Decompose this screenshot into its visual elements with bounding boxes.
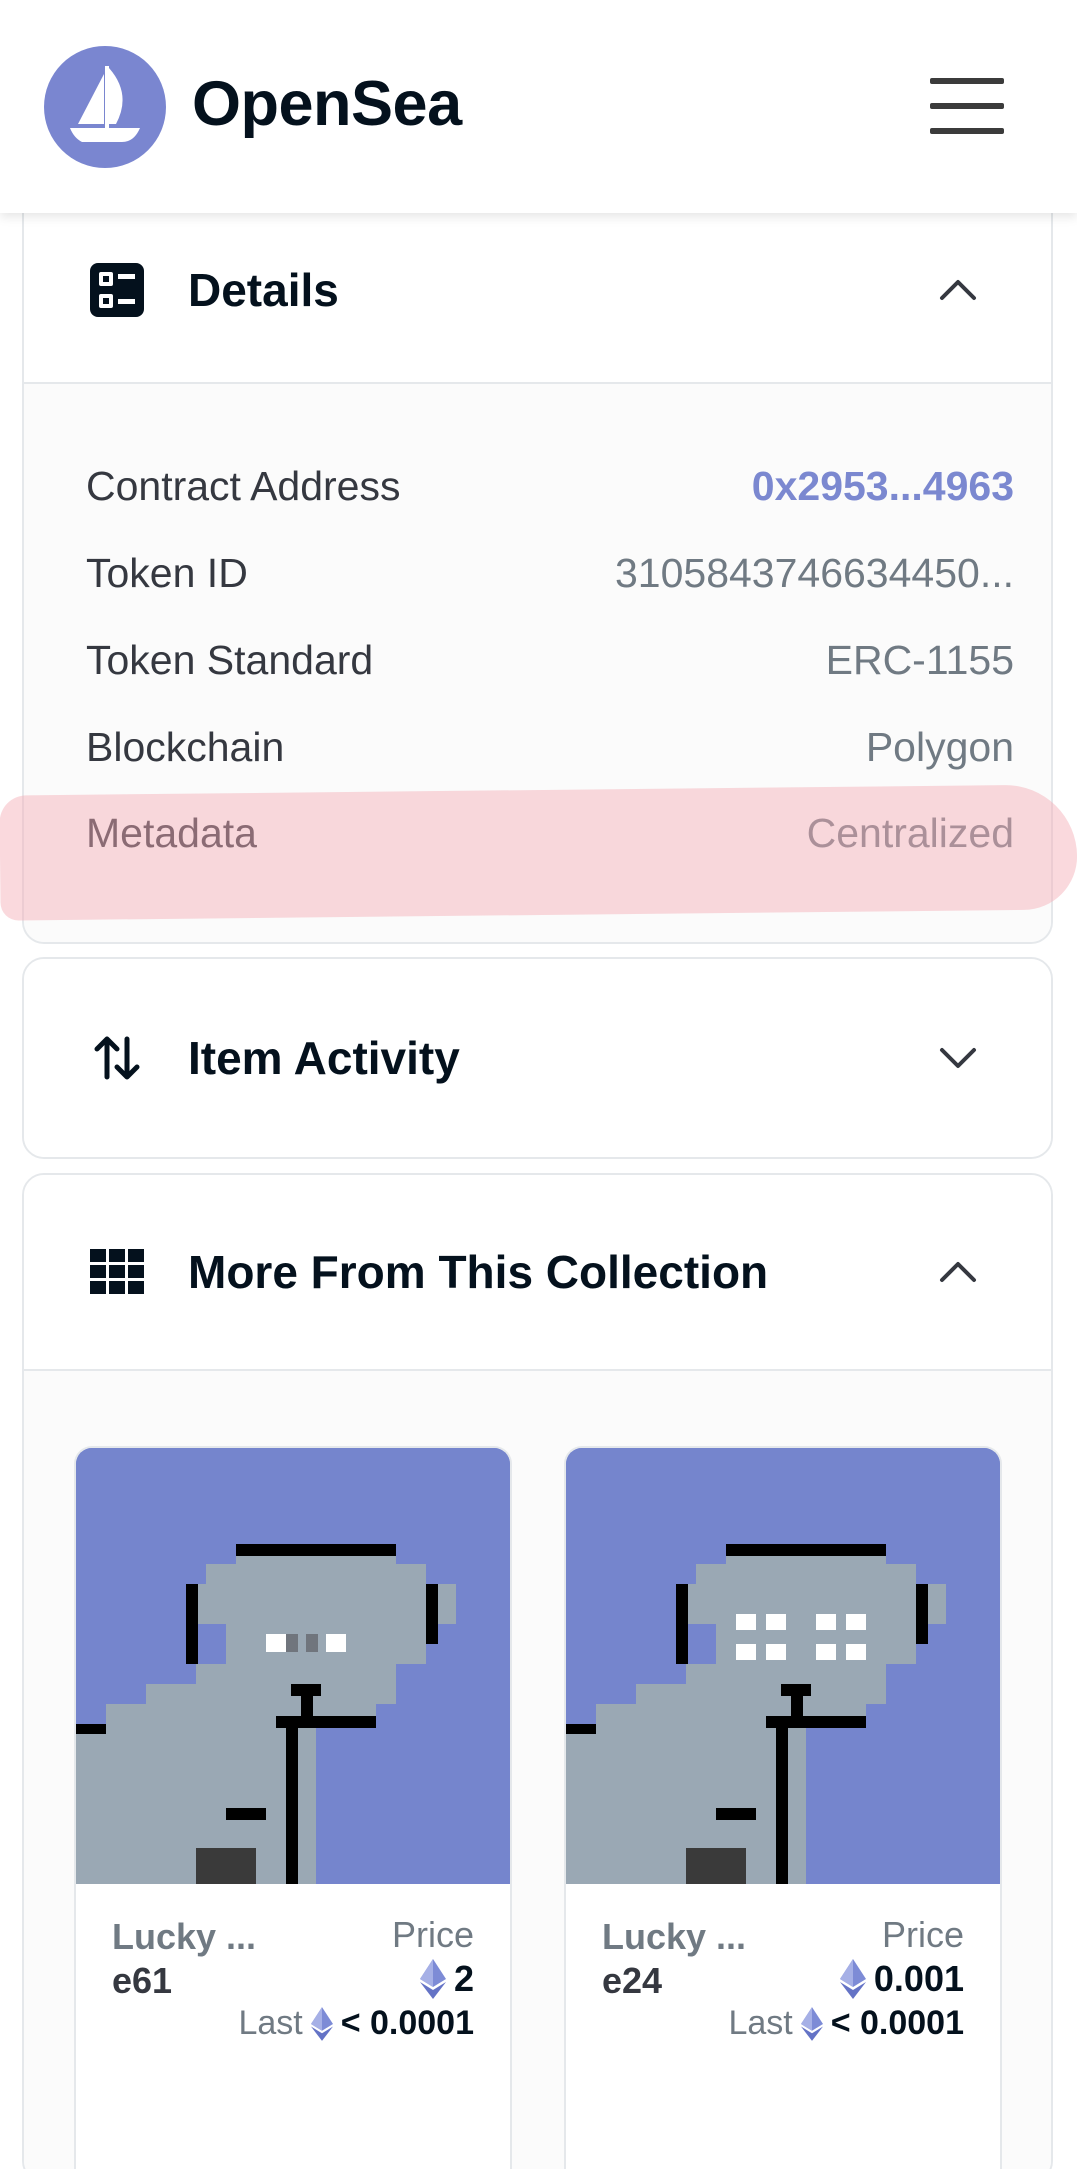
item-activity-header[interactable]: Item Activity [24,959,1051,1157]
nft-name: Lucky ... [602,1916,747,1957]
last-value: < 0.0001 [830,2004,964,2042]
swap-vertical-arrows-icon [94,1036,140,1080]
detail-label: Metadata [86,809,257,856]
last-value: < 0.0001 [340,2004,474,2042]
detail-row-blockchain: Blockchain Polygon [86,717,1014,777]
last-sale: Last < 0.0001 [238,2004,474,2043]
detail-label: Token ID [86,549,248,596]
detail-label: Contract Address [86,462,401,509]
ethereum-icon [419,1959,446,1999]
nft-image[interactable] [566,1448,1000,1884]
detail-row-token-standard: Token Standard ERC-1155 [86,630,1014,690]
nft-price: 0.001 [839,1958,964,2000]
collection-title: More From This Collection [188,1246,769,1298]
details-title: Details [188,264,339,316]
details-panel: Details Contract Address 0x2953...4963 T… [22,198,1053,944]
top-nav-bar: OpenSea [0,0,1077,213]
contract-address-link[interactable]: 0x2953...4963 [752,463,1014,510]
detail-row-token-id: Token ID 3105843746634450... [86,543,1014,603]
ethereum-icon [310,2006,333,2041]
collection-header[interactable]: More From This Collection [24,1175,1051,1371]
collection-grid: Lucky ... e61 Price 2 Last < 0.0001 Luck… [24,1371,1051,2169]
more-from-collection-panel: More From This Collection Lucky ... e61 … [22,1173,1053,2169]
detail-value: Polygon [865,723,1014,770]
price-value: 2 [453,1958,474,1999]
price-value: 0.001 [873,1958,964,1999]
nft-token-id: e61 [112,1960,173,2001]
detail-value: ERC-1155 [825,636,1014,683]
detail-row-contract-address: Contract Address 0x2953...4963 [86,456,1014,516]
details-body: Contract Address 0x2953...4963 Token ID … [24,384,1051,942]
last-sale: Last < 0.0001 [728,2004,964,2043]
nft-name: Lucky ... [112,1916,257,1957]
ethereum-icon [800,2006,823,2041]
chevron-down-icon[interactable] [936,1036,980,1080]
details-header[interactable]: Details [24,198,1051,384]
detail-value: 3105843746634450... [614,549,1014,596]
last-label: Last [728,2004,793,2042]
hamburger-menu-icon[interactable] [930,78,1006,134]
ethereum-icon [839,1959,866,1999]
price-label: Price [391,1914,474,1955]
nft-card[interactable]: Lucky ... e61 Price 2 Last < 0.0001 [74,1446,512,2169]
nft-card[interactable]: Lucky ... e24 Price 0.001 Last < 0.0001 [564,1446,1002,2169]
detail-value: Centralized [806,809,1014,856]
chevron-up-icon[interactable] [936,268,980,312]
last-label: Last [238,2004,303,2042]
opensea-boat-icon[interactable] [44,46,166,168]
detail-label: Token Standard [86,636,374,683]
item-activity-panel: Item Activity [22,957,1053,1159]
nft-image[interactable] [76,1448,510,1884]
nft-price: 2 [419,1958,474,2000]
detail-row-metadata: Metadata Centralized [86,803,1014,863]
item-activity-title: Item Activity [188,1032,460,1084]
brand-name[interactable]: OpenSea [192,68,462,140]
chevron-up-icon[interactable] [936,1250,980,1294]
nft-token-id: e24 [602,1960,663,2001]
grid-icon [90,1249,144,1294]
details-list-icon [90,263,144,317]
detail-label: Blockchain [86,723,285,770]
price-label: Price [881,1914,964,1955]
